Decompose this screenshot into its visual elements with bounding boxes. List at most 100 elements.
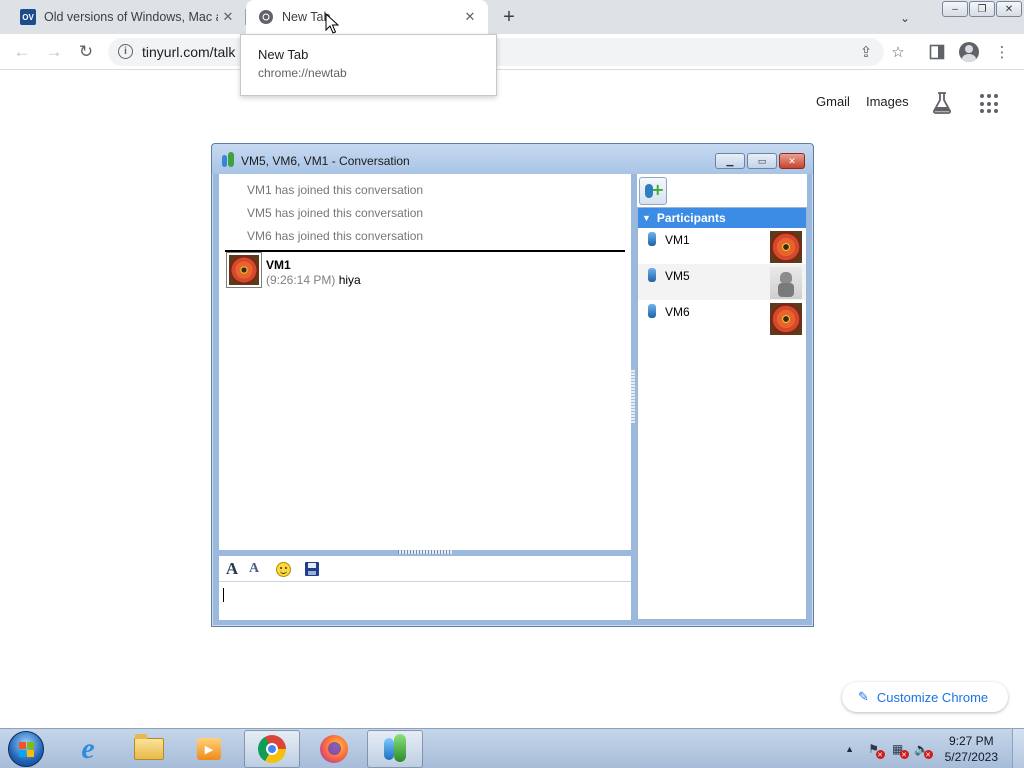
network-icon[interactable]: ▦ ✕ [889, 741, 909, 759]
avatar [770, 267, 802, 299]
format-toolbar: A A [219, 556, 631, 582]
oldversion-favicon-icon: OV [20, 9, 36, 25]
system-tray: ▲ ⚑ ✕ ▦ ✕ 🔈 ✕ 9:27 PM 5/27/2023 [843, 729, 1024, 768]
bookmark-star-icon[interactable]: ☆ [888, 42, 908, 62]
show-desktop-button[interactable] [1012, 729, 1024, 768]
buddy-status-icon [648, 268, 656, 282]
text-color-icon[interactable]: A [245, 560, 263, 578]
restore-button[interactable]: ❐ [969, 1, 995, 17]
address-url[interactable]: tinyurl.com/talk [142, 44, 235, 60]
show-hidden-icons-icon[interactable]: ▲ [843, 744, 857, 754]
new-tab-button[interactable]: + [498, 6, 520, 28]
close-icon[interactable]: ✕ [218, 7, 238, 27]
profile-icon[interactable] [959, 42, 979, 62]
buddy-status-icon [648, 304, 656, 318]
flower-avatar-icon [770, 303, 802, 335]
tab-tooltip: New Tab chrome://newtab [240, 34, 497, 96]
font-icon[interactable]: A [223, 559, 241, 578]
customize-chrome-label: Customize Chrome [876, 689, 989, 705]
add-person-icon: + [643, 180, 664, 201]
conversation-history[interactable]: VM1 has joined this conversation VM5 has… [219, 174, 631, 550]
tab-new-tab[interactable]: New Tab ✕ [246, 0, 488, 34]
participant-name: VM6 [665, 305, 690, 319]
messenger-maximize-button[interactable]: ▭ [747, 153, 777, 169]
participants-list: ▼ Participants VM1 VM5 VM6 [637, 207, 807, 620]
mouse-cursor-icon [325, 13, 339, 34]
participant-row[interactable]: VM1 [638, 228, 806, 264]
chrome-favicon-icon [259, 10, 273, 24]
system-message: VM6 has joined this conversation [247, 229, 424, 243]
participants-header[interactable]: ▼ Participants [638, 208, 806, 228]
participant-name: VM5 [665, 269, 690, 283]
minimize-button[interactable]: ‒ [942, 1, 968, 17]
browser-toolbar: ← → ↻ i tinyurl.com/talk ⇪ ☆ ⋮ [0, 34, 1024, 70]
collapse-triangle-icon: ▼ [642, 213, 651, 223]
save-icon[interactable] [303, 560, 321, 578]
firefox-icon[interactable] [306, 730, 362, 768]
participants-header-label: Participants [656, 211, 726, 225]
message-timestamp: (9:26:14 PM) [266, 273, 336, 287]
labs-flask-icon[interactable] [932, 92, 952, 114]
images-link[interactable]: Images [866, 94, 909, 109]
action-center-flag-icon[interactable]: ⚑ ✕ [865, 741, 885, 759]
window-controls: ‒ ❐ ✕ [942, 1, 1022, 17]
participants-sidebar: + ▼ Participants VM1 VM5 VM6 [637, 174, 807, 620]
messenger-close-button[interactable]: ✕ [779, 153, 805, 169]
tab-old-versions[interactable]: OV Old versions of Windows, Mac an ✕ [8, 0, 246, 34]
menu-kebab-icon[interactable]: ⋮ [992, 42, 1012, 62]
flower-avatar-icon [229, 255, 259, 285]
emoticon-icon[interactable] [274, 560, 292, 578]
pencil-icon: ✎ [858, 689, 869, 704]
volume-icon[interactable]: 🔈 ✕ [913, 741, 933, 759]
messenger-titlebar[interactable]: VM5, VM6, VM1 - Conversation ▁ ▭ ✕ [212, 144, 813, 174]
clock-time: 9:27 PM [948, 734, 994, 748]
chat-message: (9:26:14 PM) hiya [266, 273, 361, 287]
customize-chrome-button[interactable]: ✎ Customize Chrome [842, 682, 1008, 712]
flower-avatar-icon [770, 231, 802, 263]
forward-arrow-icon[interactable]: → [42, 41, 66, 63]
side-panel-icon[interactable] [927, 42, 947, 62]
share-icon[interactable]: ⇪ [856, 42, 876, 62]
text-caret [223, 588, 224, 602]
message-input[interactable] [219, 582, 631, 620]
clock-date: 5/27/2023 [944, 750, 998, 764]
participant-row[interactable]: VM6 [638, 300, 806, 336]
invite-contact-button[interactable]: + [639, 177, 667, 205]
system-message: VM1 has joined this conversation [247, 183, 424, 197]
buddy-status-icon [648, 232, 656, 246]
back-arrow-icon[interactable]: ← [10, 41, 34, 63]
messenger-conversation-window: VM5, VM6, VM1 - Conversation ▁ ▭ ✕ VM1 h… [211, 143, 814, 627]
conversation-divider [225, 250, 625, 252]
participant-row[interactable]: VM5 [638, 264, 806, 300]
tab-strip: OV Old versions of Windows, Mac an ✕ New… [0, 0, 1024, 34]
messenger-app-icon [222, 152, 234, 167]
avatar [770, 231, 802, 263]
google-apps-icon[interactable] [980, 94, 1000, 114]
chrome-icon[interactable] [244, 730, 300, 768]
close-icon[interactable]: ✕ [460, 7, 480, 27]
reload-icon[interactable]: ↻ [74, 41, 98, 63]
gmail-link[interactable]: Gmail [816, 94, 850, 109]
windows-taskbar: e ▶ ▲ ⚑ ✕ ▦ ✕ 🔈 ✕ 9:27 PM 5/27/2023 [0, 728, 1024, 768]
avatar [770, 303, 802, 335]
start-button[interactable] [8, 731, 44, 767]
taskbar-clock[interactable]: 9:27 PM 5/27/2023 [945, 733, 998, 765]
chevron-down-icon[interactable]: ⌄ [895, 8, 915, 28]
tooltip-title: New Tab [258, 47, 309, 62]
media-player-icon[interactable]: ▶ [181, 730, 237, 768]
participant-name: VM1 [665, 233, 690, 247]
messenger-minimize-button[interactable]: ▁ [715, 153, 745, 169]
tooltip-url: chrome://newtab [258, 66, 347, 80]
site-info-icon[interactable]: i [118, 44, 133, 59]
messenger-icon[interactable] [367, 730, 423, 768]
tab-title: New Tab [282, 10, 331, 24]
system-message: VM5 has joined this conversation [247, 206, 424, 220]
close-button[interactable]: ✕ [996, 1, 1022, 17]
file-explorer-icon[interactable] [121, 730, 177, 768]
messenger-window-controls: ▁ ▭ ✕ [715, 153, 805, 169]
horizontal-splitter-handle[interactable] [398, 550, 452, 554]
message-text: hiya [338, 273, 361, 287]
internet-explorer-icon[interactable]: e [60, 730, 116, 768]
message-sender: VM1 [266, 258, 291, 272]
vertical-splitter-handle[interactable] [631, 369, 635, 423]
